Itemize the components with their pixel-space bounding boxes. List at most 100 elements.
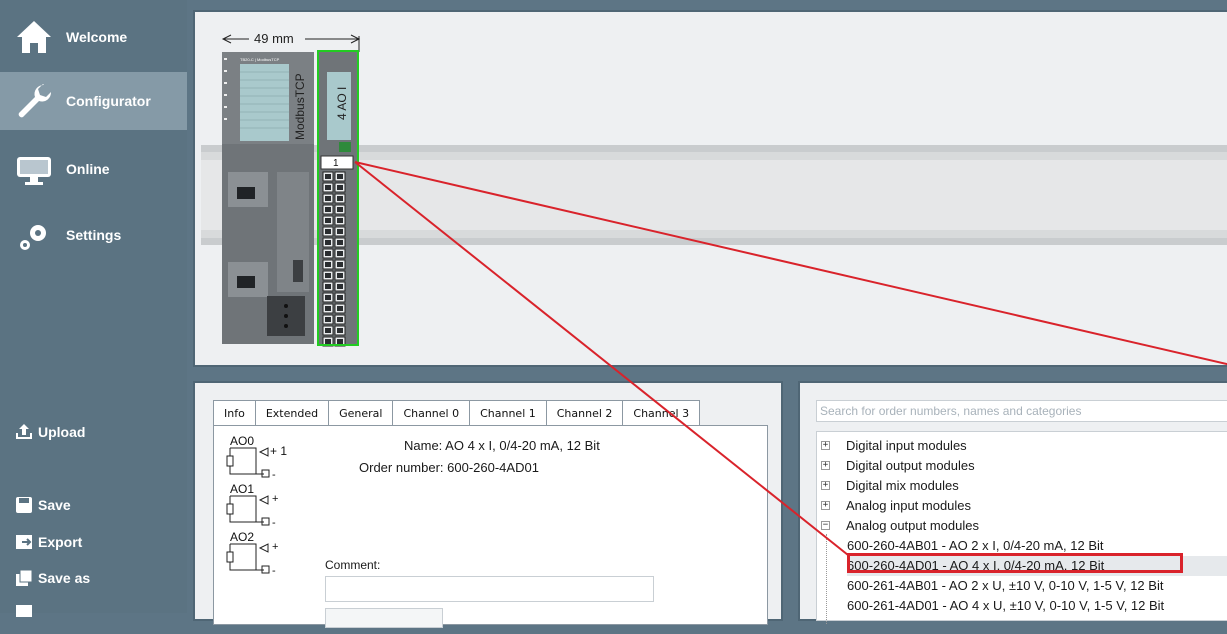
terminal-hole (325, 240, 331, 245)
category-label: Digital output modules (846, 458, 975, 473)
terminal-hole (325, 295, 331, 300)
terminal-hole (337, 207, 343, 212)
catalog-tree: + Digital input modules + Digital output… (816, 431, 1227, 624)
terminal-hole (337, 317, 343, 322)
terminal-hole (337, 262, 343, 267)
category-label: Digital input modules (846, 438, 967, 453)
nav-welcome-label: Welcome (66, 29, 128, 45)
terminal-hole (337, 273, 343, 278)
controller-module[interactable]: TB20-C | ModbusTCP ModbusTCP (222, 52, 314, 344)
save-button[interactable]: Save (14, 495, 71, 515)
category-analog-input[interactable]: + Analog input modules (821, 496, 972, 516)
export-button[interactable]: Export (14, 532, 82, 552)
terminal-hole (325, 306, 331, 311)
channel-label-ao1: AO1 (230, 482, 254, 496)
gears-icon (14, 215, 60, 255)
info-tab-body: AO0 AO1 AO2 + 1 - + - + - Name: AO 4 x I… (213, 425, 768, 628)
save-as-button[interactable]: Save as (14, 568, 90, 588)
properties-tabs: Info Extended General Channel 0 Channel … (213, 400, 701, 427)
comment-input[interactable] (325, 576, 654, 602)
io-module-4ao-i[interactable]: 4 AO I 1 (317, 50, 359, 347)
save-as-label: Save as (38, 570, 91, 586)
expand-icon[interactable]: + (821, 501, 830, 510)
comment-action-button[interactable] (325, 608, 443, 628)
slot-number: 1 (333, 158, 339, 169)
order-number: Order number: 600-260-4AD01 (359, 460, 539, 475)
printer-icon (14, 603, 34, 623)
monitor-icon (14, 149, 60, 189)
svg-text:-: - (272, 517, 276, 529)
terminal-hole (337, 229, 343, 234)
expand-icon[interactable]: + (821, 461, 830, 470)
terminal-hole (337, 218, 343, 223)
terminal-hole (325, 328, 331, 333)
tab-extended[interactable]: Extended (255, 400, 330, 427)
nav-welcome[interactable]: Welcome (0, 8, 187, 66)
module-name: Name: AO 4 x I, 0/4-20 mA, 12 Bit (404, 438, 600, 453)
collapse-icon[interactable]: − (821, 521, 830, 530)
category-digital-input[interactable]: + Digital input modules (821, 436, 967, 456)
category-label: Digital mix modules (846, 478, 959, 493)
category-label: Analog input modules (846, 498, 972, 513)
upload-label: Upload (38, 424, 86, 440)
module-catalog: + Digital input modules + Digital output… (798, 381, 1227, 624)
station-drawing: 49 mm TB20-C | ModbusTCP ModbusTCP 4 AO … (201, 30, 1227, 366)
export-icon (14, 532, 34, 552)
svg-text:-: - (272, 469, 276, 481)
expand-icon[interactable]: + (821, 441, 830, 450)
terminal-hole (325, 317, 331, 322)
floppy-icon (14, 495, 34, 515)
export-label: Export (38, 534, 83, 550)
category-digital-mix[interactable]: + Digital mix modules (821, 476, 959, 496)
category-label: Analog output modules (846, 518, 979, 533)
terminal-hole (337, 174, 343, 179)
nav-online[interactable]: Online (0, 140, 187, 198)
terminal-hole (337, 339, 343, 344)
catalog-item[interactable]: 600-261-4AB01 - AO 2 x U, ±10 V, 0-10 V,… (847, 576, 1163, 596)
sidebar: Welcome Configurator Online Settings Upl… (0, 0, 187, 617)
upload-icon (14, 422, 34, 442)
terminal-hole (325, 196, 331, 201)
upload-button[interactable]: Upload (14, 422, 85, 442)
tab-channel-1[interactable]: Channel 1 (470, 400, 547, 427)
module-label: 4 AO I (335, 87, 349, 120)
terminal-hole (337, 284, 343, 289)
dimension-label: 49 mm (254, 31, 294, 46)
terminal-hole (325, 284, 331, 289)
tab-info[interactable]: Info (213, 400, 256, 427)
terminal-hole (337, 196, 343, 201)
controller-small-label: TB20-C | ModbusTCP (240, 57, 280, 62)
terminal-hole (337, 251, 343, 256)
channel-label-ao2: AO2 (230, 530, 254, 544)
category-analog-output[interactable]: − Analog output modules (821, 516, 979, 536)
channel-label-ao0: AO0 (230, 434, 254, 448)
svg-text:-: - (272, 565, 276, 577)
svg-text:+: + (272, 541, 278, 553)
catalog-item-label: 600-261-4AB01 - AO 2 x U, ±10 V, 0-10 V,… (847, 578, 1164, 593)
home-icon (14, 17, 60, 57)
terminal-hole (325, 207, 331, 212)
category-digital-output[interactable]: + Digital output modules (821, 456, 975, 476)
nav-settings-label: Settings (66, 227, 122, 243)
terminal-hole (325, 229, 331, 234)
terminal-hole (337, 295, 343, 300)
tab-channel-3[interactable]: Channel 3 (623, 400, 701, 427)
catalog-search-input[interactable] (816, 400, 1227, 422)
expand-icon[interactable]: + (821, 481, 830, 490)
tab-channel-2[interactable]: Channel 2 (546, 400, 624, 427)
selection-highlight-box (847, 553, 1183, 573)
tab-channel-0[interactable]: Channel 0 (393, 400, 471, 427)
catalog-item[interactable]: 600-261-4AD01 - AO 4 x U, ±10 V, 0-10 V,… (847, 596, 1164, 616)
svg-text:+: + (272, 493, 278, 505)
terminal-hole (337, 306, 343, 311)
catalog-item-label: 600-261-4AD01 - AO 4 x U, ±10 V, 0-10 V,… (847, 598, 1165, 613)
save-as-icon (14, 568, 34, 588)
wrench-icon (14, 81, 60, 121)
controller-label: ModbusTCP (293, 73, 307, 140)
terminal-hole (337, 240, 343, 245)
nav-configurator[interactable]: Configurator (0, 72, 187, 130)
print-button[interactable] (14, 603, 38, 623)
tab-general[interactable]: General (329, 400, 394, 427)
nav-settings[interactable]: Settings (0, 206, 187, 264)
terminal-hole (325, 218, 331, 223)
